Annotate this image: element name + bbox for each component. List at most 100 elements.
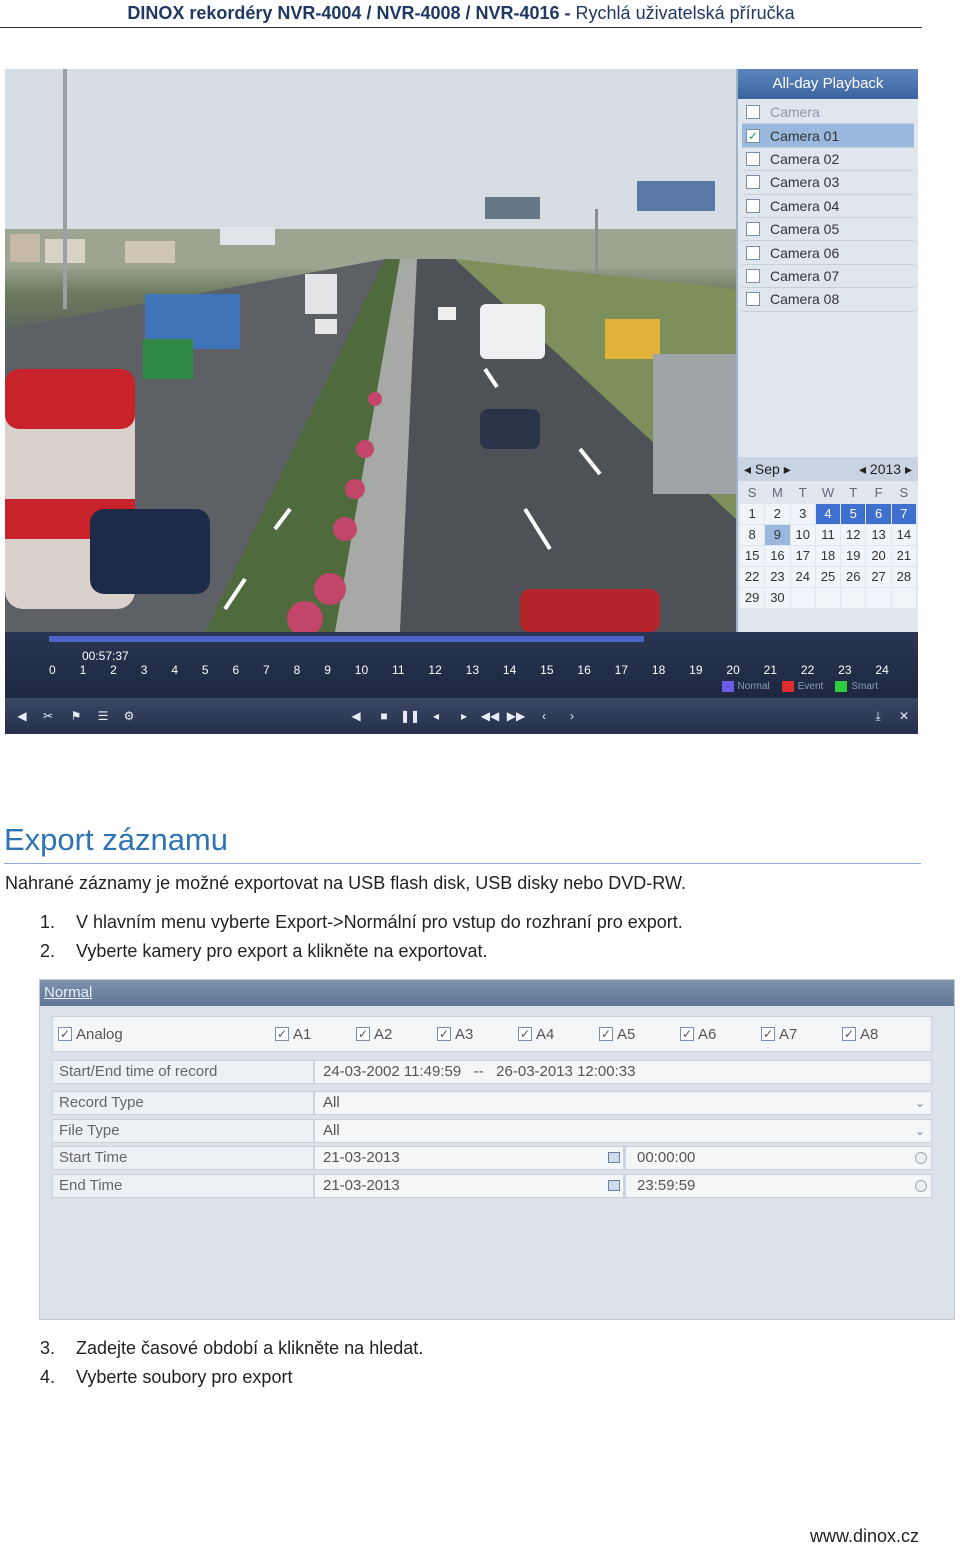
- calendar-day[interactable]: 9: [765, 525, 790, 545]
- camera-row[interactable]: Camera 04: [742, 195, 914, 218]
- chevron-down-icon[interactable]: ⌄: [915, 1092, 925, 1114]
- footer-url[interactable]: www.dinox.cz: [810, 1526, 919, 1547]
- calendar-day[interactable]: 12: [841, 525, 866, 545]
- tag-icon[interactable]: ⚑: [65, 705, 87, 727]
- checkbox-icon[interactable]: [746, 268, 760, 283]
- fast-icon[interactable]: ▶▶: [505, 705, 527, 727]
- camera-row[interactable]: Camera 06: [742, 241, 914, 265]
- calendar-day[interactable]: 22: [740, 567, 765, 587]
- checkbox-checked-icon[interactable]: ✓: [599, 1027, 613, 1041]
- calendar-day[interactable]: 13: [866, 525, 891, 545]
- file-type-select[interactable]: All: [317, 1120, 340, 1142]
- calendar-day[interactable]: 8: [740, 525, 765, 545]
- calendar-day[interactable]: 6: [866, 504, 891, 524]
- checkbox-icon[interactable]: [746, 292, 760, 307]
- checkbox-icon[interactable]: [746, 105, 760, 120]
- file-type-row[interactable]: File Type All ⌄: [52, 1119, 932, 1143]
- checkbox-icon[interactable]: [746, 245, 760, 260]
- analog-checkbox[interactable]: ✓ Analog: [58, 1026, 123, 1043]
- calendar-day[interactable]: 11: [815, 525, 841, 545]
- calendar-day[interactable]: 19: [841, 546, 866, 566]
- calendar-day[interactable]: 21: [891, 546, 916, 566]
- calendar-day[interactable]: 2: [765, 504, 790, 524]
- calendar-day[interactable]: 24: [790, 567, 815, 587]
- previous-day-icon[interactable]: ‹: [533, 705, 555, 727]
- timeline[interactable]: 00:57:37 0 1 2 3 4 5 6 7 8 9 10 11 12 13 14 15 16 17 18 19 2…: [5, 632, 918, 698]
- start-clock-input[interactable]: 00:00:00: [631, 1147, 695, 1169]
- calendar-day[interactable]: 7: [891, 504, 916, 524]
- calendar-day[interactable]: 10: [790, 525, 815, 545]
- channel-checkbox[interactable]: ✓ A1: [275, 1026, 311, 1043]
- channel-checkbox[interactable]: ✓ A5: [599, 1026, 635, 1043]
- camera-header-row[interactable]: Camera: [742, 101, 914, 125]
- camera-row[interactable]: ✓ Camera 01: [742, 124, 914, 148]
- calendar-day[interactable]: 28: [891, 567, 916, 587]
- slow-icon[interactable]: ◀◀: [479, 705, 501, 727]
- checkbox-checked-icon[interactable]: ✓: [761, 1027, 775, 1041]
- close-icon[interactable]: ✕: [893, 705, 915, 727]
- start-date-input[interactable]: 21-03-2013: [317, 1147, 400, 1169]
- checkbox-icon[interactable]: [746, 198, 760, 213]
- channel-checkbox[interactable]: ✓ A3: [437, 1026, 473, 1043]
- checkbox-checked-icon[interactable]: ✓: [437, 1027, 451, 1041]
- calendar-day[interactable]: 4: [815, 504, 841, 524]
- chevron-left-icon[interactable]: ◂: [859, 461, 866, 477]
- calendar-day[interactable]: 3: [790, 504, 815, 524]
- chevron-right-icon[interactable]: ▸: [784, 461, 791, 477]
- clip-icon[interactable]: ✂: [37, 705, 59, 727]
- reverse-play-icon[interactable]: ◀: [345, 705, 367, 727]
- settings-icon[interactable]: ⚙: [118, 705, 140, 727]
- checkbox-checked-icon[interactable]: ✓: [842, 1027, 856, 1041]
- calendar-icon[interactable]: [608, 1152, 620, 1163]
- record-type-select[interactable]: All: [317, 1092, 340, 1114]
- year-selector[interactable]: ◂ 2013 ▸: [859, 461, 912, 478]
- channel-checkbox[interactable]: ✓ A6: [680, 1026, 716, 1043]
- clock-icon[interactable]: [915, 1180, 927, 1192]
- minimize-icon[interactable]: ⤓: [867, 705, 889, 727]
- step-back-icon[interactable]: ◂: [425, 705, 447, 727]
- checkbox-icon[interactable]: [746, 222, 760, 237]
- checkbox-icon[interactable]: [746, 175, 760, 190]
- end-clock-input[interactable]: 23:59:59: [631, 1175, 695, 1197]
- timeline-progress-bar[interactable]: [49, 636, 644, 642]
- calendar-day[interactable]: 5: [841, 504, 866, 524]
- calendar-day[interactable]: 17: [790, 546, 815, 566]
- calendar-day[interactable]: 30: [765, 588, 790, 608]
- checkbox-checked-icon[interactable]: ✓: [680, 1027, 694, 1041]
- pause-icon[interactable]: ❚❚: [399, 705, 421, 727]
- camera-row[interactable]: Camera 05: [742, 218, 914, 242]
- calendar-day[interactable]: 23: [765, 567, 790, 587]
- calendar-day[interactable]: 16: [765, 546, 790, 566]
- month-selector[interactable]: ◂ Sep ▸: [744, 461, 791, 478]
- channel-checkbox[interactable]: ✓ A4: [518, 1026, 554, 1043]
- calendar-day[interactable]: 18: [815, 546, 841, 566]
- chevron-right-icon[interactable]: ▸: [905, 461, 912, 477]
- calendar-day[interactable]: 26: [841, 567, 866, 587]
- calendar-day[interactable]: 14: [891, 525, 916, 545]
- camera-row[interactable]: Camera 07: [742, 265, 914, 289]
- channel-checkbox[interactable]: ✓ A2: [356, 1026, 392, 1043]
- step-forward-icon[interactable]: ▸: [453, 705, 475, 727]
- chevron-left-icon[interactable]: ◂: [744, 461, 751, 477]
- camera-row[interactable]: Camera 08: [742, 288, 914, 312]
- record-type-row[interactable]: Record Type All ⌄: [52, 1091, 932, 1115]
- stop-icon[interactable]: ■: [373, 705, 395, 727]
- calendar-day[interactable]: 25: [815, 567, 841, 587]
- checkbox-checked-icon[interactable]: ✓: [275, 1027, 289, 1041]
- chevron-down-icon[interactable]: ⌄: [915, 1120, 925, 1142]
- calendar-day[interactable]: 15: [740, 546, 765, 566]
- channel-checkbox[interactable]: ✓ A7: [761, 1026, 797, 1043]
- tag-list-icon[interactable]: ☰: [92, 705, 114, 727]
- calendar-day[interactable]: 1: [740, 504, 765, 524]
- clock-icon[interactable]: [915, 1152, 927, 1164]
- calendar-icon[interactable]: [608, 1180, 620, 1191]
- end-date-input[interactable]: 21-03-2013: [317, 1175, 400, 1197]
- checkbox-icon[interactable]: [746, 151, 760, 166]
- calendar-day[interactable]: 20: [866, 546, 891, 566]
- checkbox-checked-icon[interactable]: ✓: [518, 1027, 532, 1041]
- calendar-day[interactable]: 29: [740, 588, 765, 608]
- checkbox-checked-icon[interactable]: ✓: [746, 128, 760, 143]
- next-day-icon[interactable]: ›: [561, 705, 583, 727]
- camera-row[interactable]: Camera 03: [742, 171, 914, 195]
- checkbox-checked-icon[interactable]: ✓: [356, 1027, 370, 1041]
